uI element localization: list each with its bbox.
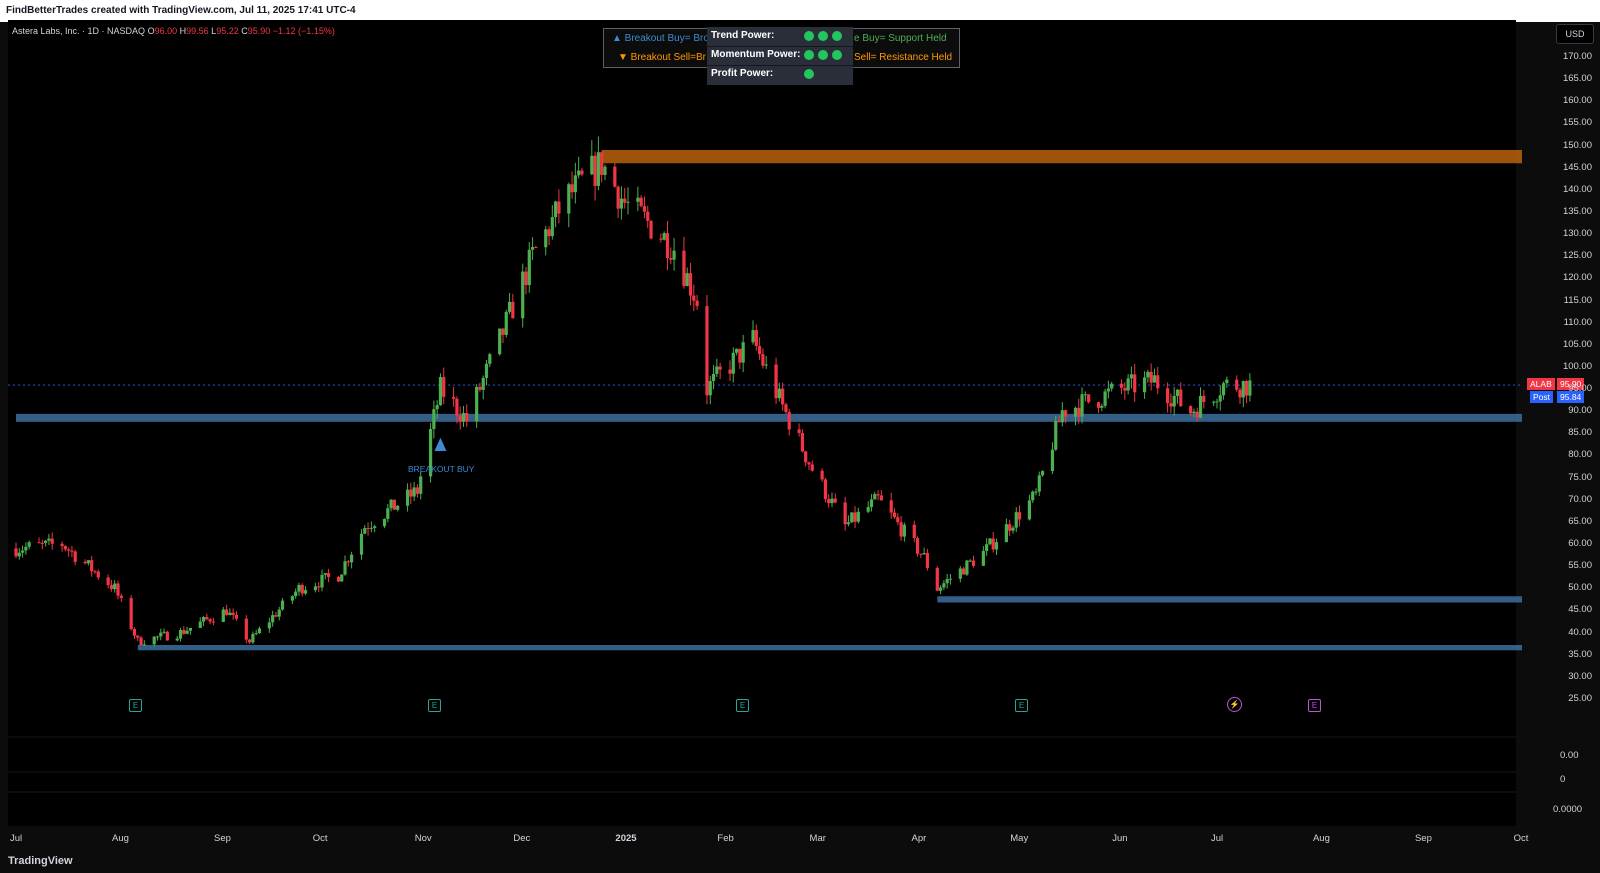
y-tick-label: 165.00	[1562, 73, 1592, 85]
profit-power-label: Profit Power:	[711, 68, 774, 79]
y-tick-label: 65.00	[1568, 515, 1592, 527]
momentum-power-dots	[804, 50, 842, 62]
y-tick-label: 130.00	[1562, 228, 1592, 240]
y-tick-label: 135.00	[1562, 205, 1592, 217]
symbol-name: Astera Labs, Inc. · 1D · NASDAQ	[12, 26, 146, 36]
symbol-legend: Astera Labs, Inc. · 1D · NASDAQ O96.00 H…	[12, 26, 335, 36]
x-tick-label: Aug	[1312, 833, 1330, 844]
y-tick-label: 140.00	[1562, 183, 1592, 195]
x-tick-label: Sep	[214, 833, 231, 844]
dot-icon	[832, 31, 842, 41]
y-tick-label: 60.00	[1568, 538, 1592, 550]
y-tick-label: 90.00	[1568, 405, 1592, 417]
x-tick-label: May	[1010, 833, 1029, 844]
dot-icon	[832, 50, 842, 60]
y-tick-label: 155.00	[1562, 117, 1592, 129]
y-tick-label: 105.00	[1562, 338, 1592, 350]
y-tick-label: 125.00	[1562, 250, 1592, 262]
momentum-power-label: Momentum Power:	[711, 49, 801, 60]
x-tick-label: Oct	[312, 833, 328, 844]
breakout-buy-label: BREAKOUT BUY	[408, 464, 475, 474]
legend-breakout-buy: ▲ Breakout Buy= Brok	[612, 33, 714, 44]
high-value: 99.56	[186, 26, 209, 36]
footer: TradingView	[0, 850, 1600, 873]
close-value: 95.90	[247, 26, 271, 36]
y-tick-label: 80.00	[1568, 449, 1592, 461]
earnings-icon[interactable]: E	[428, 699, 441, 712]
x-tick-label: Jul	[10, 833, 23, 844]
pane-value-2: 0	[1560, 774, 1566, 785]
y-tick-label: 70.00	[1568, 493, 1592, 505]
y-tick-label: 145.00	[1562, 161, 1592, 173]
legend-breakout-sell: ▼ Breakout Sell=Br	[618, 52, 706, 63]
x-tick-label: Jul	[1210, 833, 1224, 844]
x-tick-label: Mar	[809, 833, 826, 844]
y-tick-label: 95.00	[1568, 383, 1592, 395]
y-tick-label: 35.00	[1568, 648, 1592, 660]
y-tick-label: 50.00	[1568, 582, 1592, 594]
pane-value-3: 0.0000	[1553, 804, 1583, 815]
x-tick-label: Apr	[911, 833, 927, 844]
earnings-upcoming-icon[interactable]: E	[1308, 699, 1321, 712]
y-tick-label: 45.00	[1568, 604, 1592, 616]
y-tick-label: 55.00	[1568, 560, 1592, 572]
dot-icon	[804, 69, 814, 79]
open-label: O	[147, 26, 155, 36]
earnings-icon[interactable]: E	[736, 699, 749, 712]
power-row-momentum: Momentum Power:	[707, 46, 853, 66]
currency-button[interactable]: USD	[1556, 24, 1594, 44]
legend-resistance-held: Sell= Resistance Held	[854, 52, 953, 63]
dot-icon	[804, 31, 814, 41]
indicator-pane-1	[8, 716, 1516, 736]
x-tick-label: Oct	[1513, 833, 1529, 844]
x-tick-label: Sep	[1414, 833, 1432, 844]
low-value: 95.22	[216, 26, 239, 36]
dividend-icon[interactable]: ⚡	[1227, 697, 1242, 712]
indicator-pane-3	[8, 773, 1516, 791]
pane-value-1: 0.00	[1560, 750, 1579, 761]
x-tick-label: Feb	[717, 833, 734, 844]
indicator-pane-4	[8, 793, 1516, 826]
x-tick-label: Jun	[1112, 833, 1128, 844]
y-tick-label: 115.00	[1563, 294, 1592, 306]
dot-icon	[804, 50, 814, 60]
header-credit: FindBetterTrades created with TradingVie…	[0, 0, 1600, 22]
earnings-icon[interactable]: E	[129, 699, 142, 712]
y-tick-label: 75.00	[1568, 471, 1592, 483]
dot-icon	[818, 31, 828, 41]
chart-area[interactable]	[8, 20, 1516, 716]
y-tick-label: 120.00	[1562, 272, 1592, 284]
y-tick-label: 150.00	[1562, 139, 1592, 151]
trend-power-label: Trend Power:	[711, 30, 775, 41]
y-tick-label: 170.00	[1562, 51, 1592, 62]
y-tick-label: 40.00	[1568, 626, 1592, 638]
x-tick-label: Nov	[414, 833, 432, 844]
earnings-icon[interactable]: E	[1015, 699, 1028, 712]
indicator-pane-2	[8, 738, 1516, 771]
x-tick-label: Aug	[112, 833, 129, 844]
x-tick-label: Dec	[513, 833, 531, 844]
trend-power-dots	[804, 31, 842, 43]
y-tick-label: 160.00	[1562, 95, 1592, 107]
y-tick-label: 100.00	[1562, 360, 1592, 372]
power-row-profit: Profit Power:	[707, 65, 853, 84]
profit-power-dots	[804, 69, 814, 81]
x-tick-label: 2025	[615, 833, 637, 844]
tradingview-logo: TradingView	[8, 855, 73, 867]
change-value: −1.12 (−1.15%)	[272, 26, 335, 36]
dot-icon	[818, 50, 828, 60]
y-tick-label: 30.00	[1568, 670, 1592, 682]
y-tick-label: 110.00	[1563, 316, 1592, 328]
power-row-trend: Trend Power:	[707, 27, 853, 47]
open-value: 96.00	[154, 26, 178, 36]
y-tick-label: 25.00	[1568, 693, 1592, 704]
legend-support-held: e Buy= Support Held	[854, 33, 947, 44]
power-table: Trend Power: Momentum Power: Profit Powe…	[707, 27, 853, 85]
y-tick-label: 85.00	[1568, 427, 1592, 439]
